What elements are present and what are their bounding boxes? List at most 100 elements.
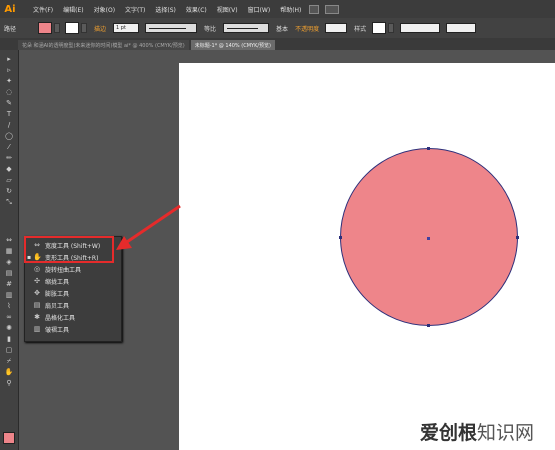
watermark-sub: 知识网	[477, 422, 535, 444]
brush-label: 基本	[276, 25, 289, 33]
menu-help[interactable]: 帮助(H)	[275, 5, 306, 14]
watermark: 爱创根知识网	[420, 418, 534, 445]
liquify-tools-flyout: ⇔ 宽度工具 (Shift+W) ▪ ✋ 变形工具 (Shift+R) ◎ 旋转…	[24, 236, 122, 342]
flyout-item-label: 变形工具 (Shift+R)	[45, 254, 99, 262]
scale-tool-icon[interactable]: ⤡	[4, 199, 14, 206]
arrow-head	[116, 236, 132, 250]
annotation-arrow	[116, 204, 181, 250]
anchor-point-bottom[interactable]	[427, 324, 430, 327]
selection-type-label: 路径	[4, 25, 17, 33]
lasso-tool-icon[interactable]: ◌	[4, 89, 14, 96]
menu-edit[interactable]: 编辑(E)	[58, 5, 88, 14]
fill-dropdown[interactable]	[54, 23, 61, 33]
document-tab-active[interactable]: 未标题-1* @ 140% (CMYK/预览)	[190, 40, 275, 50]
flyout-item-label: 宽度工具 (Shift+W)	[45, 242, 101, 250]
width-tool-icon[interactable]: ⇔	[4, 237, 14, 244]
flyout-item-label: 膨胀工具	[45, 290, 70, 298]
warp-tool-icon: ✋	[33, 253, 42, 261]
anchor-point-left[interactable]	[339, 236, 342, 239]
stroke-swatch[interactable]	[65, 22, 80, 34]
control-bar: 路径 描边 1 pt 等比 基本 不透明度 样式	[0, 18, 555, 39]
line-tool-icon[interactable]: /	[4, 122, 14, 129]
selection-tool-icon[interactable]: ▸	[4, 56, 14, 63]
opacity-label[interactable]: 不透明度	[292, 24, 322, 33]
document-tab[interactable]: 花朵 和涵AI的透明度型(未来迷你的时间)模型 ai* @ 400% (CMYK…	[18, 40, 189, 50]
flyout-item-label: 缩拢工具	[45, 278, 70, 286]
bridge-button[interactable]	[309, 4, 320, 14]
flyout-item-bloat-tool[interactable]: ✥ 膨胀工具	[25, 287, 121, 299]
circle-center-point	[427, 237, 430, 240]
pucker-tool-icon: ✣	[34, 277, 40, 285]
flyout-item-pucker-tool[interactable]: ✣ 缩拢工具	[25, 275, 121, 287]
menu-window[interactable]: 窗口(W)	[243, 5, 276, 14]
eraser-tool-icon[interactable]: ▱	[4, 177, 14, 184]
hand-tool-icon[interactable]: ✋	[4, 369, 14, 376]
fill-swatch[interactable]	[38, 22, 53, 34]
symbol-sprayer-tool-icon[interactable]: ✺	[4, 325, 14, 332]
shape-builder-tool-icon[interactable]: ◈	[4, 259, 14, 266]
flyout-item-twirl-tool[interactable]: ◎ 旋转扭曲工具	[25, 263, 121, 275]
free-transform-tool-icon[interactable]: ▦	[4, 248, 14, 255]
stroke-weight-field[interactable]: 1 pt	[113, 23, 140, 33]
blob-brush-tool-icon[interactable]: ◆	[4, 166, 14, 173]
flyout-item-label: 旋转扭曲工具	[45, 266, 82, 274]
magic-wand-tool-icon[interactable]: ✦	[4, 78, 14, 85]
mesh-tool-icon[interactable]: #	[4, 281, 14, 288]
wrinkle-tool-icon: ▥	[33, 325, 41, 333]
style-label: 样式	[354, 25, 367, 33]
anchor-point-top[interactable]	[427, 147, 430, 150]
pencil-tool-icon[interactable]: ✏	[4, 155, 14, 162]
rotate-tool-icon[interactable]: ↻	[4, 188, 14, 195]
flyout-item-label: 晶格化工具	[45, 314, 76, 322]
flyout-item-warp-tool[interactable]: ▪ ✋ 变形工具 (Shift+R)	[25, 251, 121, 263]
menu-select[interactable]: 选择(S)	[150, 5, 181, 14]
pen-tool-icon[interactable]: ✎	[4, 100, 14, 107]
twirl-tool-icon: ◎	[33, 265, 41, 273]
profile-label: 等比	[204, 25, 217, 33]
direct-selection-tool-icon[interactable]: ▹	[4, 67, 14, 74]
stroke-dropdown[interactable]	[81, 23, 88, 33]
x-position-field[interactable]	[400, 23, 441, 33]
graphic-style-swatch[interactable]	[372, 22, 387, 34]
style-dropdown[interactable]	[388, 23, 395, 33]
flyout-item-wrinkle-tool[interactable]: ▥ 皱褶工具	[25, 323, 121, 335]
menu-type[interactable]: 文字(T)	[120, 5, 150, 14]
menu-bar: Ai 文件(F) 编辑(E) 对象(O) 文字(T) 选择(S) 效果(C) 视…	[0, 0, 555, 18]
flyout-item-label: 扇贝工具	[45, 302, 70, 310]
fill-color-swatch[interactable]	[3, 432, 15, 444]
menu-object[interactable]: 对象(O)	[89, 5, 120, 14]
y-position-field[interactable]	[446, 23, 477, 33]
flyout-item-label: 皱褶工具	[45, 326, 70, 334]
menu-file[interactable]: 文件(F)	[28, 5, 58, 14]
bloat-tool-icon: ✥	[34, 289, 40, 297]
anchor-point-right[interactable]	[516, 236, 519, 239]
artboard-tool-icon[interactable]: ▢	[4, 347, 14, 354]
zoom-tool-icon[interactable]: ⚲	[4, 380, 14, 387]
arrow-shaft	[123, 204, 181, 246]
crystallize-tool-icon: ✱	[34, 313, 40, 321]
type-tool-icon[interactable]: T	[4, 111, 14, 118]
eyedropper-tool-icon[interactable]: ⌇	[4, 303, 14, 310]
brush-definition[interactable]	[223, 23, 270, 33]
menu-effect[interactable]: 效果(C)	[181, 5, 212, 14]
arrange-documents-button[interactable]	[325, 4, 340, 14]
slice-tool-icon[interactable]: ⌿	[4, 358, 14, 365]
selected-bullet-icon: ▪	[27, 253, 32, 261]
menu-view[interactable]: 视图(V)	[212, 5, 243, 14]
flyout-item-scallop-tool[interactable]: ▤ 扇贝工具	[25, 299, 121, 311]
column-graph-tool-icon[interactable]: ▮	[4, 336, 14, 343]
flyout-item-crystallize-tool[interactable]: ✱ 晶格化工具	[25, 311, 121, 323]
opacity-field[interactable]	[325, 23, 348, 33]
variable-width-profile[interactable]	[145, 23, 198, 33]
perspective-grid-tool-icon[interactable]: ▤	[4, 270, 14, 277]
ellipse-tool-icon[interactable]: ◯	[4, 133, 14, 140]
blend-tool-icon[interactable]: ∞	[4, 314, 14, 321]
stroke-label[interactable]: 描边	[90, 24, 110, 33]
width-tool-icon: ⇔	[34, 241, 40, 249]
tools-panel: ▸ ▹ ✦ ◌ ✎ T / ◯ ⁄ ✏ ◆ ▱ ↻ ⤡ ⇔ ▦ ◈ ▤ # ▥ …	[0, 50, 19, 450]
gradient-tool-icon[interactable]: ▥	[4, 292, 14, 299]
document-tab-bar: 花朵 和涵AI的透明度型(未来迷你的时间)模型 ai* @ 400% (CMYK…	[0, 38, 555, 50]
paintbrush-tool-icon[interactable]: ⁄	[4, 144, 14, 151]
flyout-item-width-tool[interactable]: ⇔ 宽度工具 (Shift+W)	[25, 239, 121, 251]
scallop-tool-icon: ▤	[33, 301, 41, 309]
